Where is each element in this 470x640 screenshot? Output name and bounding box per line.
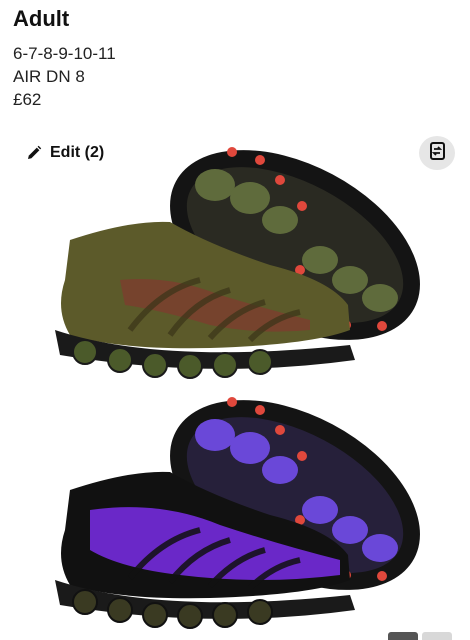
price-text: £62 xyxy=(13,90,42,109)
product-photo[interactable] xyxy=(10,130,462,640)
edit-photos-label: Edit (2) xyxy=(50,144,105,161)
shoe-olive xyxy=(55,147,420,379)
pencil-icon xyxy=(26,145,42,161)
swap-icon xyxy=(427,141,447,166)
bottom-toolbar xyxy=(388,632,452,640)
listing-title: Adult xyxy=(13,6,70,31)
swap-photo-button[interactable] xyxy=(419,136,455,170)
shoe-purple xyxy=(55,397,420,629)
edit-photos-button[interactable]: Edit (2) xyxy=(26,140,104,166)
model-text: AIR DN 8 xyxy=(13,67,85,86)
toolbar-tab[interactable] xyxy=(422,632,452,640)
toolbar-tab-active[interactable] xyxy=(388,632,418,640)
sizes-text: 6-7-8-9-10-11 xyxy=(13,44,116,63)
shoe-illustration xyxy=(55,147,420,629)
